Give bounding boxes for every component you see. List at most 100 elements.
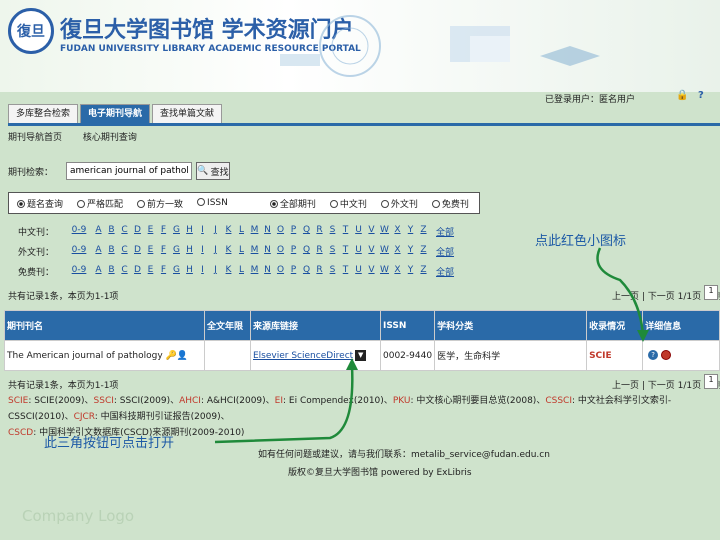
letter-link[interactable]: F [157,225,170,238]
letter-link[interactable]: B [105,245,118,258]
option-title-search[interactable]: 题名查询 [17,197,63,210]
letter-link[interactable]: Y [404,265,417,278]
letter-link[interactable]: Y [404,225,417,238]
letter-link[interactable]: E [144,225,157,238]
letter-link[interactable]: A [92,225,105,238]
letter-link[interactable]: R [313,265,326,278]
letter-link[interactable]: U [352,225,365,238]
letter-link[interactable]: K [222,265,235,278]
letter-link[interactable]: P [287,245,300,258]
letter-link[interactable]: C [118,225,131,238]
letter-link[interactable]: D [131,245,144,258]
letter-link[interactable]: W [378,225,391,238]
letter-link[interactable]: V [365,265,378,278]
letter-link[interactable]: Z [417,225,430,238]
letter-link[interactable]: W [378,265,391,278]
key-icon[interactable]: 🔑 [166,351,177,361]
tab-integrated-search[interactable]: 多库整合检索 [8,104,79,123]
letter-link[interactable]: P [287,265,300,278]
option-foreign[interactable]: 外文刊 [380,197,418,210]
page-select-top[interactable]: 1 [704,285,718,300]
letter-link[interactable]: H [183,225,196,238]
letter-link[interactable]: X [391,265,404,278]
help-icon[interactable]: ? [698,90,704,101]
letter-link[interactable]: Q [300,225,313,238]
letter-link[interactable]: W [378,245,391,258]
person-icon[interactable]: 👤 [177,351,188,361]
letter-link[interactable]: U [352,245,365,258]
letter-link[interactable]: E [144,245,157,258]
letter-link[interactable]: U [352,265,365,278]
letter-link[interactable]: J [209,245,222,258]
letter-link[interactable]: R [313,225,326,238]
letter-link[interactable]: Q [300,245,313,258]
red-detail-icon[interactable] [661,350,672,361]
letter-link[interactable]: I [196,265,209,278]
letter-link[interactable]: M [248,225,261,238]
letter-link[interactable]: 0-9 [66,225,92,238]
letter-link[interactable]: O [274,245,287,258]
letter-link[interactable]: K [222,245,235,258]
page-select-bottom[interactable]: 1 [704,374,718,389]
letter-link[interactable]: L [235,245,248,258]
letter-link-all[interactable]: 全部 [436,265,454,278]
letter-link[interactable]: 0-9 [66,265,92,278]
letter-link-all[interactable]: 全部 [436,245,454,258]
source-link[interactable]: Elsevier ScienceDirect [253,351,353,361]
letter-link[interactable]: L [235,225,248,238]
letter-link[interactable]: E [144,265,157,278]
letter-link[interactable]: O [274,265,287,278]
triangle-dropdown-icon[interactable]: ▼ [355,350,367,361]
option-all-journals[interactable]: 全部期刊 [269,197,316,210]
letter-link[interactable]: G [170,245,183,258]
letter-link[interactable]: B [105,265,118,278]
option-free[interactable]: 免费刊 [431,197,469,210]
letter-link[interactable]: L [235,265,248,278]
option-exact-match[interactable]: 严格匹配 [77,197,123,210]
letter-link[interactable]: H [183,245,196,258]
letter-link[interactable]: D [131,225,144,238]
letter-link[interactable]: R [313,245,326,258]
letter-link[interactable]: Y [404,245,417,258]
letter-link[interactable]: J [209,265,222,278]
letter-link[interactable]: Q [300,265,313,278]
letter-link[interactable]: N [261,225,274,238]
letter-link[interactable]: 0-9 [66,245,92,258]
letter-link[interactable]: F [157,245,170,258]
lock-icon[interactable]: 🔒 [676,90,688,101]
letter-link[interactable]: P [287,225,300,238]
letter-link[interactable]: C [118,245,131,258]
letter-link[interactable]: T [339,265,352,278]
letter-link[interactable]: S [326,265,339,278]
letter-link[interactable]: T [339,245,352,258]
search-button[interactable]: 🔍 查找 [196,162,230,180]
letter-link[interactable]: M [248,245,261,258]
letter-link[interactable]: O [274,225,287,238]
letter-link[interactable]: C [118,265,131,278]
letter-link[interactable]: G [170,225,183,238]
letter-link[interactable]: D [131,265,144,278]
tab-find-article[interactable]: 查找单篇文献 [152,104,223,123]
letter-link[interactable]: H [183,265,196,278]
letter-link[interactable]: Z [417,245,430,258]
letter-link[interactable]: J [209,225,222,238]
option-prefix-match[interactable]: 前方一致 [137,197,183,210]
letter-link[interactable]: K [222,225,235,238]
letter-link[interactable]: S [326,245,339,258]
letter-link[interactable]: I [196,225,209,238]
letter-link[interactable]: G [170,265,183,278]
letter-link[interactable]: N [261,265,274,278]
letter-link[interactable]: S [326,225,339,238]
letter-link[interactable]: Z [417,265,430,278]
letter-link[interactable]: T [339,225,352,238]
journal-title[interactable]: The American journal of pathology [7,351,163,361]
letter-link[interactable]: V [365,245,378,258]
letter-link[interactable]: X [391,225,404,238]
letter-link-all[interactable]: 全部 [436,225,454,238]
info-icon[interactable]: ? [648,350,659,361]
tab-ejournal-nav[interactable]: 电子期刊导航 [80,104,151,123]
letter-link[interactable]: A [92,265,105,278]
letter-link[interactable]: B [105,225,118,238]
subnav-core-journals[interactable]: 核心期刊查询 [83,133,137,143]
option-issn[interactable]: ISSN [197,198,228,208]
